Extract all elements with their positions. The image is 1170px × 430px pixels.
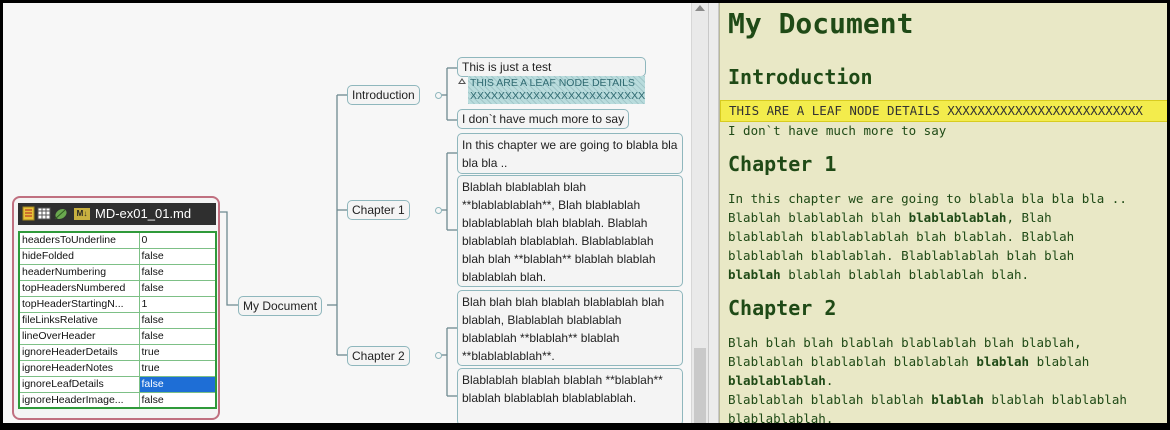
attribute-value[interactable]: 0 xyxy=(138,231,217,249)
node-chapter-2[interactable]: Chapter 2 xyxy=(347,346,410,366)
fold-toggle[interactable] xyxy=(435,207,442,214)
text-run: blablah blablah blablablah blah. xyxy=(780,267,1030,282)
node-introduction[interactable]: Introduction xyxy=(347,85,420,105)
preview-paragraph: In this chapter we are going to blabla b… xyxy=(728,191,1127,206)
attribute-row[interactable]: ignoreHeaderDetails true xyxy=(18,343,217,361)
attribute-key[interactable]: headersToUnderline xyxy=(18,231,140,249)
bold-run: blablablablah xyxy=(908,210,1007,225)
fold-toggle[interactable] xyxy=(435,92,442,99)
bold-run: blablah xyxy=(728,267,781,282)
node-intro-test[interactable]: This is just a test xyxy=(457,57,646,77)
node-ch2-body[interactable]: Blah blah blah blablah blablablah blah b… xyxy=(457,290,683,366)
attribute-row[interactable]: hideFolded false xyxy=(18,247,217,265)
file-node[interactable]: M↓ MD-ex01_01.md headersToUnderline 0 hide… xyxy=(12,196,220,420)
preview-paragraph: Blah blah blah blablah blablablah blah b… xyxy=(728,333,1167,390)
attribute-key[interactable]: hideFolded xyxy=(18,247,140,265)
scroll-up-icon[interactable] xyxy=(695,5,705,11)
attribute-row[interactable]: ignoreHeaderNotes true xyxy=(18,359,217,377)
bold-run: blablablablah xyxy=(728,373,826,388)
file-node-title: MD-ex01_01.md xyxy=(95,206,192,221)
node-intro-more[interactable]: I don`t have much more to say xyxy=(457,109,630,129)
attribute-key[interactable]: topHeadersNumbered xyxy=(18,279,140,297)
panel-splitter[interactable] xyxy=(708,3,719,425)
markdown-preview: My Document Introduction THIS ARE A LEAF… xyxy=(719,3,1167,425)
notes-icon xyxy=(22,206,35,221)
preview-paragraph: Blablah blablablah blah blablablablah, B… xyxy=(728,208,1167,284)
node-label: Chapter 2 xyxy=(352,349,405,363)
preview-h2-chapter-2: Chapter 2 xyxy=(728,296,837,320)
node-ch1-body[interactable]: Blablah blablablah blah **blablablablah*… xyxy=(457,175,683,287)
node-label: Chapter 1 xyxy=(352,203,405,217)
app-window: My Document Introduction Chapter 1 Chapt… xyxy=(0,0,1170,430)
text-run: Blablah blablablah blah xyxy=(728,210,909,225)
preview-h2-chapter-1: Chapter 1 xyxy=(728,152,837,176)
attribute-row[interactable]: headerNumbering false xyxy=(18,263,217,281)
node-label: Blablah blablablah blah **blablablablah*… xyxy=(462,180,656,284)
details-toggle-icon[interactable] xyxy=(458,78,466,84)
attribute-key[interactable]: topHeaderStartingN... xyxy=(18,295,140,313)
attribute-value[interactable]: false xyxy=(138,327,217,345)
fold-toggle[interactable] xyxy=(435,352,442,359)
attribute-value[interactable]: true xyxy=(138,343,217,361)
window-border xyxy=(3,423,1167,425)
root-node[interactable]: My Document xyxy=(238,296,323,316)
node-label: Blah blah blah blablah blablablah blah b… xyxy=(462,295,665,363)
attribute-value[interactable]: true xyxy=(138,359,217,377)
node-ch2-end[interactable]: Blablablah blablah blablah **blablah** b… xyxy=(457,368,683,425)
attribute-key[interactable]: lineOverHeader xyxy=(18,327,140,345)
attribute-key[interactable]: ignoreLeafDetails xyxy=(18,375,140,393)
file-node-header[interactable]: M↓ MD-ex01_01.md xyxy=(18,203,216,225)
attribute-value[interactable]: false xyxy=(138,391,217,409)
attribute-row[interactable]: lineOverHeader false xyxy=(18,327,217,345)
attribute-row[interactable]: topHeadersNumbered false xyxy=(18,279,217,297)
leaf-icon xyxy=(54,208,67,220)
attribute-key[interactable]: ignoreHeaderNotes xyxy=(18,359,140,377)
preview-paragraph: I don`t have much more to say xyxy=(728,123,947,138)
bold-run: blablah xyxy=(931,392,984,407)
attribute-key[interactable]: fileLinksRelative xyxy=(18,311,140,329)
attribute-value[interactable]: false xyxy=(138,279,217,297)
vertical-scrollbar[interactable] xyxy=(691,3,708,425)
root-node-label: My Document xyxy=(243,299,318,313)
node-chapter-1[interactable]: Chapter 1 xyxy=(347,200,410,220)
attribute-value[interactable]: false xyxy=(138,263,217,281)
preview-h1: My Document xyxy=(728,7,914,40)
attribute-row[interactable]: ignoreHeaderImage... false xyxy=(18,391,217,409)
attribute-row[interactable]: topHeaderStartingN... 1 xyxy=(18,295,217,313)
node-ch1-intro[interactable]: In this chapter we are going to blabla b… xyxy=(457,133,683,174)
text-run: blablah xyxy=(1036,354,1090,369)
node-label: This is just a test xyxy=(462,60,552,74)
attribute-value[interactable]: false xyxy=(138,247,217,265)
node-label: Introduction xyxy=(352,88,415,102)
preview-h2-introduction: Introduction xyxy=(728,65,873,89)
attribute-key[interactable]: headerNumbering xyxy=(18,263,140,281)
node-label: Blablablah blablah blablah **blablah** b… xyxy=(462,373,663,405)
attribute-key[interactable]: ignoreHeaderImage... xyxy=(18,391,140,409)
table-icon xyxy=(37,207,51,220)
text-run: Blablablah blablah blablah xyxy=(728,392,932,407)
scroll-thumb[interactable] xyxy=(694,348,706,425)
attribute-row[interactable]: ignoreLeafDetails false xyxy=(18,375,217,393)
attribute-key[interactable]: ignoreHeaderDetails xyxy=(18,343,140,361)
attribute-row[interactable]: headersToUnderline 0 xyxy=(18,231,217,249)
attribute-row[interactable]: fileLinksRelative false xyxy=(18,311,217,329)
leaf-node-details: THIS ARE A LEAF NODE DETAILS XXXXXXXXXXX… xyxy=(468,76,645,104)
text-run: . xyxy=(825,373,834,388)
leaf-details-text: THIS ARE A LEAF NODE DETAILS XXXXXXXXXXX… xyxy=(470,77,645,102)
mindmap-canvas[interactable]: My Document Introduction Chapter 1 Chapt… xyxy=(3,3,691,425)
markdown-icon: M↓ xyxy=(74,208,90,220)
node-label: I don`t have much more to say xyxy=(462,112,625,126)
attribute-value[interactable]: 1 xyxy=(138,295,217,313)
attribute-value[interactable]: false xyxy=(138,311,217,329)
attributes-table: headersToUnderline 0 hideFolded false header… xyxy=(18,231,217,409)
bold-run: blablah xyxy=(976,354,1030,369)
node-label: In this chapter we are going to blabla b… xyxy=(462,138,678,170)
preview-highlighted-line: THIS ARE A LEAF NODE DETAILS XXXXXXXXXXX… xyxy=(720,100,1167,122)
attribute-value[interactable]: false xyxy=(138,375,217,393)
preview-paragraph: Blablablah blablah blablah blablah blabl… xyxy=(728,390,1167,425)
